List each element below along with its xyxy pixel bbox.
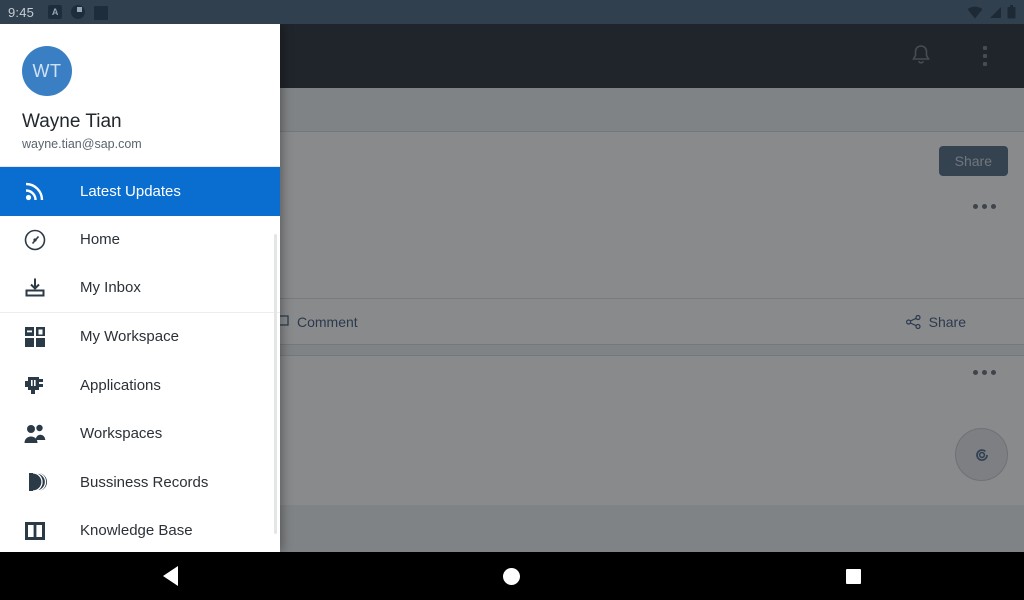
screen: 9:45 A WT Wayne Tian wayne.tian@sap.com … bbox=[0, 0, 1024, 600]
nav-home-button[interactable] bbox=[484, 552, 540, 600]
sidebar-item-latest-updates[interactable]: Latest Updates bbox=[0, 167, 280, 216]
inbox-download-icon bbox=[22, 275, 48, 301]
sidebar-item-knowledge-base[interactable]: Knowledge Base bbox=[0, 506, 280, 552]
sidebar-item-label: Knowledge Base bbox=[80, 522, 193, 540]
people-group-icon bbox=[22, 421, 48, 447]
lock-icon bbox=[94, 6, 109, 20]
nav-back-button[interactable] bbox=[143, 552, 199, 600]
compass-icon bbox=[22, 227, 48, 253]
dashboard-grid-icon bbox=[22, 324, 48, 350]
sidebar-item-bussiness-records[interactable]: Bussiness Records bbox=[0, 458, 280, 507]
records-stack-icon bbox=[22, 469, 48, 495]
drawer-header: WT Wayne Tian wayne.tian@sap.com bbox=[0, 24, 280, 166]
drawer-scrollbar[interactable] bbox=[274, 234, 277, 534]
avatar[interactable]: WT bbox=[22, 46, 72, 96]
sidebar-item-label: Workspaces bbox=[80, 425, 163, 443]
user-email: wayne.tian@sap.com bbox=[22, 137, 142, 151]
sidebar-item-label: My Inbox bbox=[80, 279, 141, 297]
sidebar-item-label: Bussiness Records bbox=[80, 473, 209, 491]
sidebar-item-my-workspace[interactable]: My Workspace bbox=[0, 312, 280, 361]
sidebar-item-label: Latest Updates bbox=[80, 182, 181, 200]
status-bar: 9:45 bbox=[0, 0, 1024, 24]
rss-feed-icon bbox=[22, 178, 48, 204]
sidebar-item-my-inbox[interactable]: My Inbox bbox=[0, 264, 280, 313]
nav-recents-button[interactable] bbox=[825, 552, 881, 600]
sidebar-item-home[interactable]: Home bbox=[0, 215, 280, 264]
sidebar-item-label: My Workspace bbox=[80, 328, 179, 346]
navigation-drawer: WT Wayne Tian wayne.tian@sap.com Latest … bbox=[0, 24, 280, 552]
android-nav-bar bbox=[0, 552, 1024, 600]
wifi-icon bbox=[967, 6, 983, 18]
user-name: Wayne Tian bbox=[22, 111, 122, 132]
battery-icon bbox=[1007, 5, 1016, 19]
applications-icon bbox=[22, 372, 48, 398]
open-book-icon bbox=[22, 518, 48, 544]
clock-icon bbox=[71, 5, 86, 19]
sidebar-item-applications[interactable]: Applications bbox=[0, 361, 280, 410]
drawer-nav-list: Latest Updates Home My Inbox My Workspac… bbox=[0, 166, 280, 552]
signal-icon bbox=[990, 6, 1001, 18]
sidebar-item-label: Applications bbox=[80, 376, 161, 394]
app-badge-icon bbox=[48, 5, 63, 19]
sidebar-item-workspaces[interactable]: Workspaces bbox=[0, 409, 280, 458]
sidebar-item-label: Home bbox=[80, 231, 121, 249]
status-time: 9:45 bbox=[8, 4, 35, 20]
